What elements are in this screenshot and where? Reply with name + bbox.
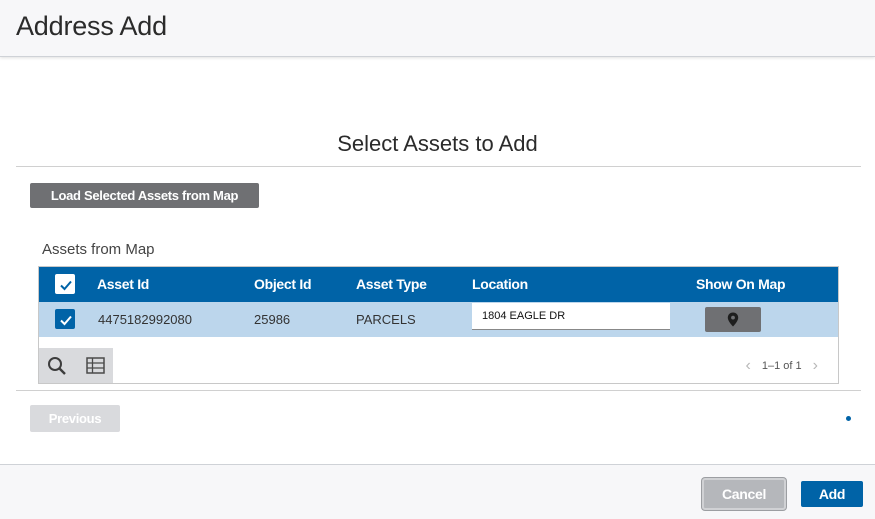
previous-button[interactable]: Previous bbox=[30, 405, 120, 432]
select-all-checkbox[interactable] bbox=[55, 274, 75, 294]
cell-object-id: 25986 bbox=[254, 312, 291, 327]
dialog-footer: Cancel Add bbox=[0, 464, 875, 519]
chevron-left-icon[interactable]: ‹ bbox=[737, 357, 758, 375]
column-header-asset-id[interactable]: Asset Id bbox=[97, 267, 149, 302]
check-icon bbox=[60, 315, 72, 326]
grid-header: Asset Id Object Id Asset Type Location S… bbox=[39, 267, 838, 302]
cell-asset-id: 4475182992080 bbox=[98, 312, 192, 327]
search-icon[interactable] bbox=[46, 355, 68, 377]
dialog-header: Address Add bbox=[0, 0, 875, 57]
chevron-right-icon[interactable]: › bbox=[805, 357, 826, 375]
assets-from-map-label: Assets from Map bbox=[42, 241, 155, 258]
add-button[interactable]: Add bbox=[801, 481, 863, 507]
pagination: ‹ 1–1 of 1 › bbox=[737, 357, 826, 375]
load-selected-assets-button[interactable]: Load Selected Assets from Map bbox=[30, 183, 259, 208]
assets-grid: Asset Id Object Id Asset Type Location S… bbox=[38, 266, 839, 384]
divider bbox=[16, 166, 861, 167]
column-header-show-on-map[interactable]: Show On Map bbox=[696, 267, 786, 302]
cell-asset-type: PARCELS bbox=[356, 312, 416, 327]
divider bbox=[16, 390, 861, 391]
pager-range: 1–1 of 1 bbox=[761, 360, 802, 372]
check-icon bbox=[60, 280, 72, 291]
section-title: Select Assets to Add bbox=[337, 131, 538, 156]
table-row[interactable]: 4475182992080 25986 PARCELS bbox=[39, 302, 838, 337]
grid-toolbar bbox=[39, 348, 113, 383]
table-icon[interactable] bbox=[85, 355, 107, 377]
row-select-checkbox[interactable] bbox=[55, 309, 75, 329]
map-pin-icon bbox=[727, 312, 739, 327]
cancel-button[interactable]: Cancel bbox=[702, 478, 786, 510]
step-indicator-dot bbox=[846, 416, 851, 421]
column-header-location[interactable]: Location bbox=[472, 267, 528, 302]
column-header-object-id[interactable]: Object Id bbox=[254, 267, 312, 302]
column-header-asset-type[interactable]: Asset Type bbox=[356, 267, 427, 302]
dialog-title: Address Add bbox=[16, 11, 167, 41]
show-on-map-button[interactable] bbox=[705, 307, 761, 332]
location-input[interactable] bbox=[472, 303, 670, 330]
